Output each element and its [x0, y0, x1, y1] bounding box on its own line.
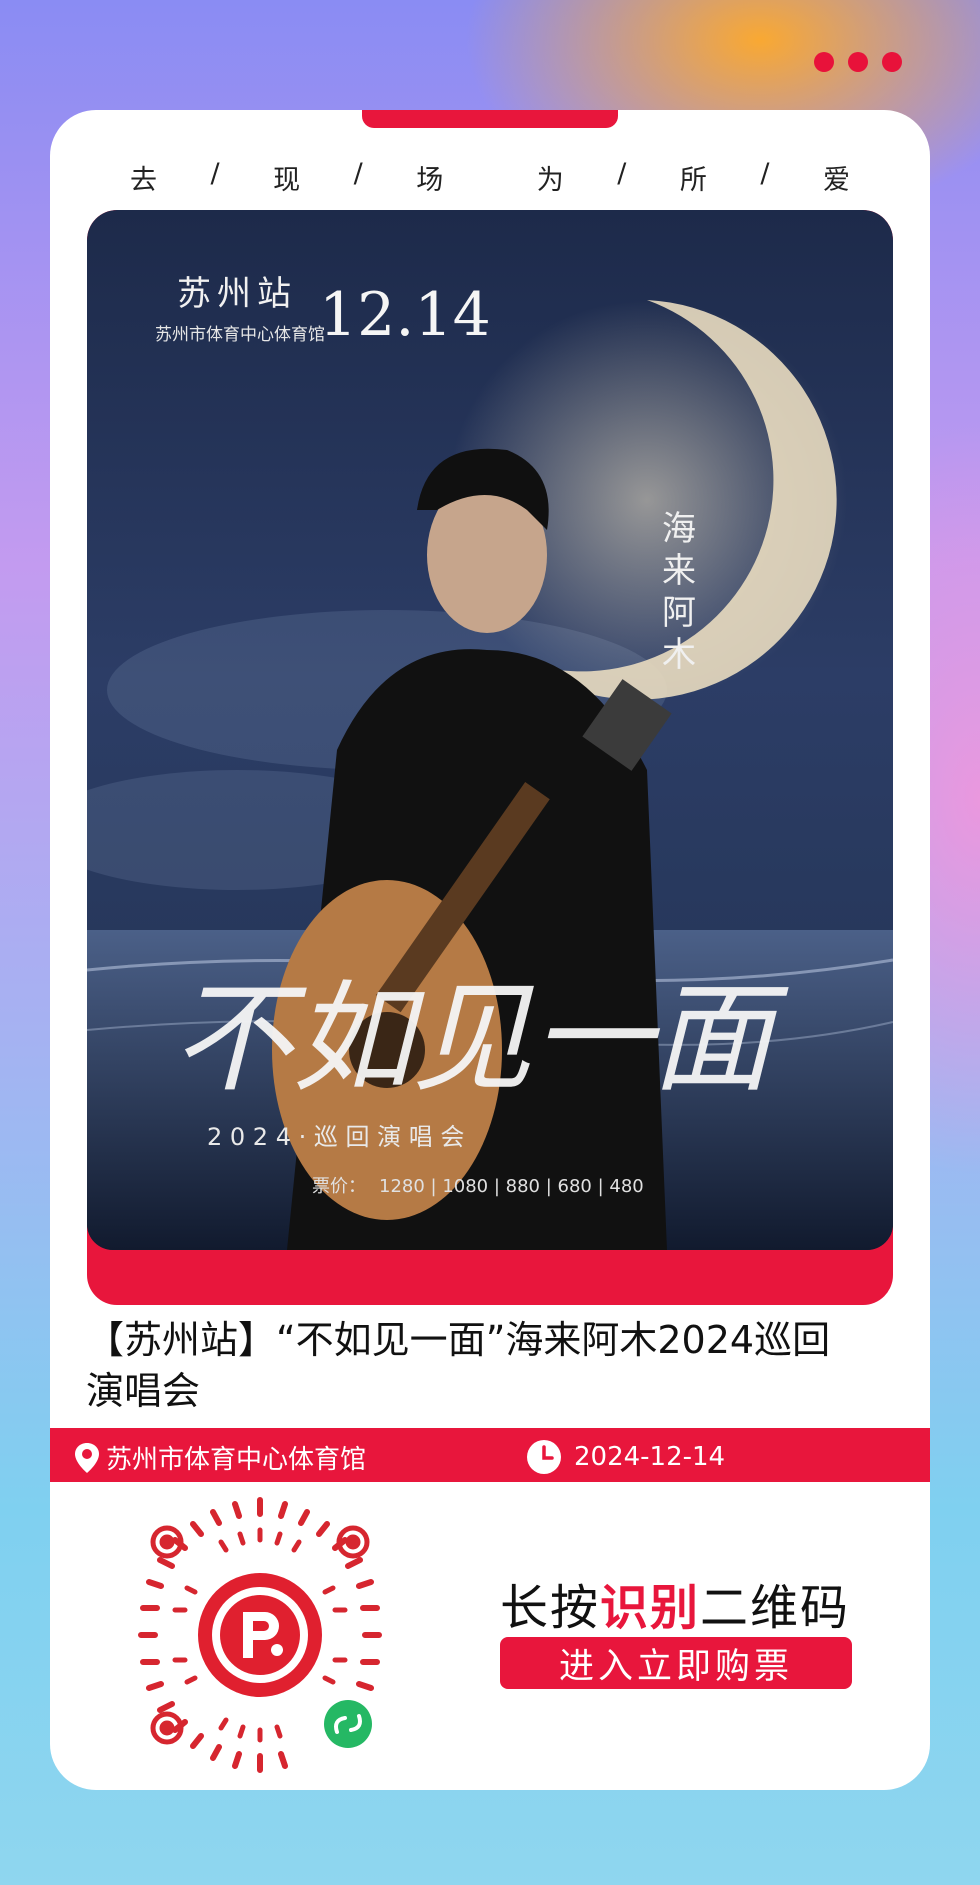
event-info-bar: 苏州市体育中心体育馆 2024-12-14: [50, 1428, 930, 1482]
concert-poster[interactable]: 苏州站 苏州市体育中心体育馆 12.14 海 来 阿 木 不如见一面 2 0 2…: [87, 210, 893, 1250]
poster-artist-char: 来: [662, 551, 696, 591]
slogan-char: 去: [130, 165, 157, 196]
dot: [882, 52, 902, 72]
slogan-char: 所: [679, 165, 707, 196]
location-pin-icon: [75, 1442, 99, 1473]
poster-date: 12.14: [319, 280, 491, 350]
cta-text-before: 长按: [499, 1580, 600, 1636]
slogan-char: 现: [273, 165, 301, 196]
slogan: 去 / 现 / 场 为 / 所 / 爱: [130, 158, 850, 197]
buy-ticket-button[interactable]: 进入立即购票: [500, 1637, 852, 1689]
location: 苏州市体育中心体育馆: [72, 1439, 366, 1476]
poster-artist-char: 木: [662, 635, 696, 675]
poster-frame[interactable]: 苏州站 苏州市体育中心体育馆 12.14 海 来 阿 木 不如见一面 2 0 2…: [87, 210, 893, 1305]
poster-tour: 2 0 2 4 · 巡 回 演 唱 会: [207, 1123, 464, 1151]
mini-program-qr-code[interactable]: [115, 1490, 405, 1780]
poster-venue: 苏州市体育中心体育馆: [155, 325, 325, 345]
date-text: 2024-12-14: [574, 1442, 726, 1472]
dot: [848, 52, 868, 72]
event-title: 【苏州站】“不如见一面”海来阿木2024巡回演唱会: [86, 1318, 831, 1413]
slogan-char: /: [760, 158, 770, 189]
poster-artist-char: 海: [662, 509, 696, 549]
slogan-char: /: [617, 158, 627, 189]
slogan-char: 爱: [822, 165, 850, 196]
location-text: 苏州市体育中心体育馆: [106, 1445, 367, 1475]
more-dots-icon[interactable]: [814, 52, 902, 72]
clock-icon: [527, 1440, 561, 1474]
slogan-char: /: [353, 158, 363, 189]
card-top-tab: [362, 110, 618, 128]
event-date: 2024-12-14: [526, 1439, 725, 1475]
slogan-char: /: [210, 158, 220, 189]
cta-text-highlight: 识别: [599, 1580, 700, 1636]
cta-text-after: 二维码: [700, 1580, 851, 1636]
poster-headline: 不如见一面: [172, 970, 789, 1109]
event-card: 去 / 现 / 场 为 / 所 / 爱 苏州站 苏州市体育中心体育馆 12.14…: [50, 110, 930, 1790]
slogan-char: 场: [416, 165, 444, 196]
slogan-char: 为: [536, 165, 564, 196]
dot: [814, 52, 834, 72]
cta-text: 长按识别二维码: [495, 1568, 855, 1638]
poster-artist-char: 阿: [662, 593, 696, 633]
poster-prices: 1280 | 1080 | 880 | 680 | 480: [379, 1176, 644, 1197]
poster-prices-label: 票价：: [312, 1176, 366, 1197]
poster-station: 苏州站: [177, 274, 297, 314]
